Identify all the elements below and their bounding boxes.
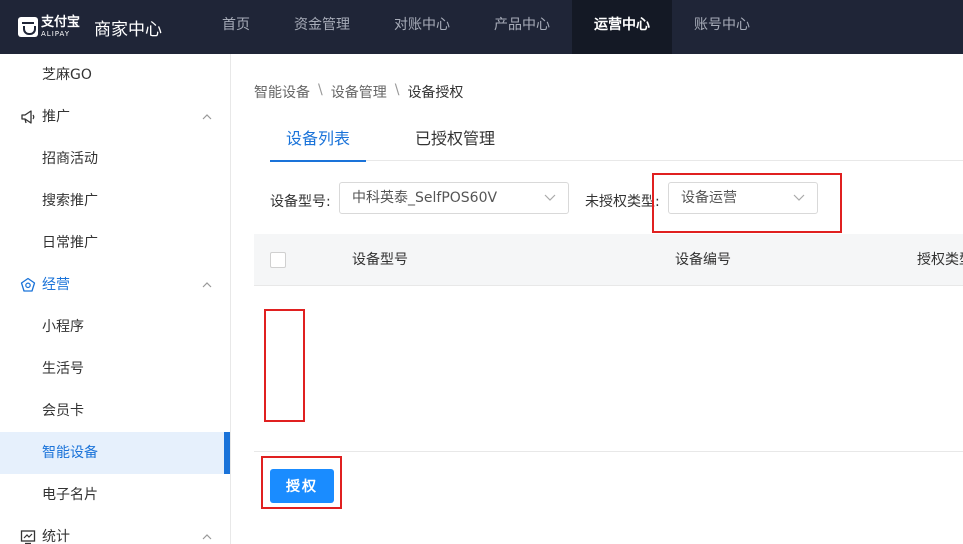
main-nav: 首页 资金管理 对账中心 产品中心 运营中心 账号中心 [200, 0, 772, 54]
unauthorized-type-label: 未授权类型: [585, 194, 660, 210]
sidebar-group-statistics[interactable]: 统计 [0, 516, 230, 544]
megaphone-icon [21, 110, 35, 124]
alipay-logo[interactable]: 支付宝 ALIPAY 商家中心 [18, 12, 162, 42]
breadcrumb-smart-device[interactable]: 智能设备 [254, 82, 310, 102]
column-auth-type: 授权类型 [917, 252, 963, 268]
chevron-down-icon [544, 194, 556, 201]
nav-item-operations[interactable]: 运营中心 [572, 0, 672, 54]
sidebar-group-label: 经营 [42, 277, 70, 293]
sidebar-item-smart-device[interactable]: 智能设备 [0, 432, 230, 474]
chevron-up-icon [202, 282, 212, 288]
sidebar-group-label: 统计 [42, 529, 70, 544]
sidebar-item-member-card[interactable]: 会员卡 [0, 390, 230, 432]
sidebar-group-label: 推广 [42, 109, 70, 125]
app-title: 商家中心 [94, 19, 163, 40]
chevron-up-icon [202, 114, 212, 120]
sidebar-item-search-promotion[interactable]: 搜索推广 [0, 180, 230, 222]
main-content: 智能设备 \ 设备管理 \ 设备授权 设备列表 已授权管理 设备型号: 中科英泰… [231, 54, 963, 544]
select-all-checkbox[interactable] [270, 252, 286, 268]
device-model-select[interactable]: 中科英泰_SelfPOS60V [339, 182, 569, 214]
nav-item-account[interactable]: 账号中心 [672, 0, 772, 54]
monitor-chart-icon [20, 530, 36, 544]
sidebar-item-zhima-go[interactable]: 芝麻GO [0, 54, 230, 96]
nav-item-reconciliation[interactable]: 对账中心 [372, 0, 472, 54]
alipay-logo-icon [18, 17, 38, 37]
sidebar-item-daily-promotion[interactable]: 日常推广 [0, 222, 230, 264]
tab-device-list[interactable]: 设备列表 [269, 118, 367, 162]
column-device-model: 设备型号 [352, 252, 408, 268]
sidebar-group-operation[interactable]: 经营 [0, 264, 230, 306]
unauthorized-type-value: 设备运营 [681, 190, 737, 206]
top-navigation-bar: 支付宝 ALIPAY 商家中心 首页 资金管理 对账中心 产品中心 运营中心 账… [0, 0, 963, 54]
pentagon-icon [20, 277, 36, 292]
sidebar-item-e-business-card[interactable]: 电子名片 [0, 474, 230, 516]
chevron-up-icon [202, 534, 212, 540]
nav-item-home[interactable]: 首页 [200, 0, 272, 54]
breadcrumb-separator: \ [318, 82, 323, 98]
sidebar-item-life-account[interactable]: 生活号 [0, 348, 230, 390]
device-model-label: 设备型号: [270, 194, 331, 210]
tab-authorized-management[interactable]: 已授权管理 [415, 118, 495, 161]
breadcrumb-separator: \ [394, 82, 400, 98]
device-model-value: 中科英泰_SelfPOS60V [352, 190, 498, 206]
sidebar-item-mini-program[interactable]: 小程序 [0, 306, 230, 348]
breadcrumb-device-authorization: 设备授权 [407, 85, 464, 101]
sidebar-item-recruit-activity[interactable]: 招商活动 [0, 138, 230, 180]
unauthorized-type-select[interactable]: 设备运营 [668, 182, 818, 214]
chevron-down-icon [793, 194, 805, 201]
logo-text: 支付宝 [41, 15, 81, 30]
table-header: 设备型号 设备编号 授权类型 [254, 234, 963, 286]
nav-item-funds[interactable]: 资金管理 [272, 0, 372, 54]
authorize-button[interactable]: 授权 [270, 469, 334, 503]
breadcrumb: 智能设备 \ 设备管理 \ 设备授权 [254, 82, 463, 102]
logo-subtext: ALIPAY [41, 30, 71, 38]
sidebar: 芝麻GO 推广 招商活动 搜索推广 日常推广 经营 小程序 生活号 会员卡 智能… [0, 54, 231, 544]
nav-item-products[interactable]: 产品中心 [472, 0, 572, 54]
column-device-serial: 设备编号 [675, 252, 731, 268]
breadcrumb-device-management[interactable]: 设备管理 [331, 82, 387, 102]
table-body-empty [254, 286, 963, 452]
sidebar-group-promotion[interactable]: 推广 [0, 96, 230, 138]
tab-bar: 设备列表 已授权管理 [269, 118, 963, 162]
